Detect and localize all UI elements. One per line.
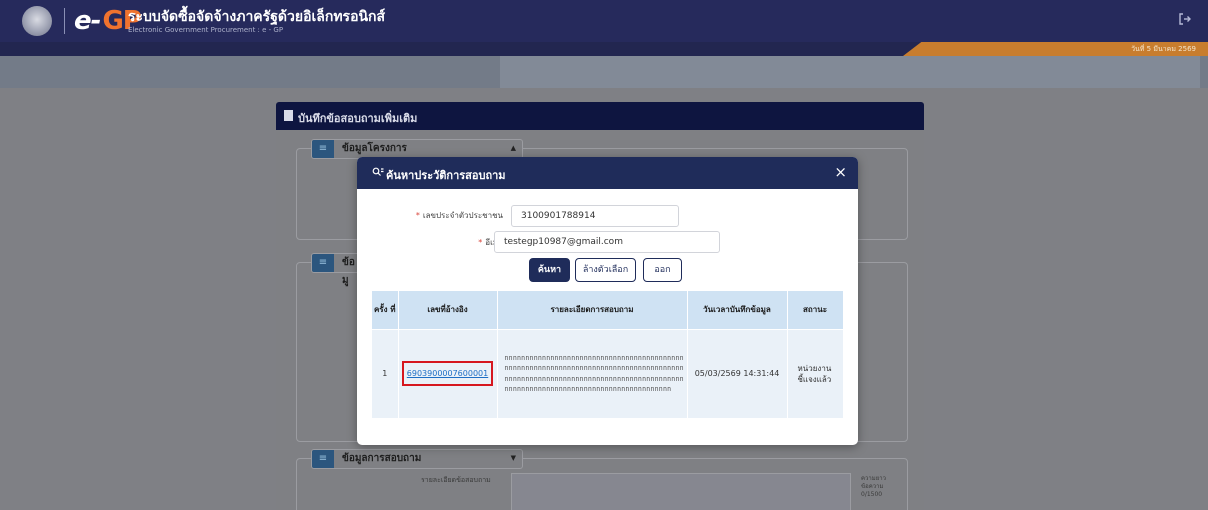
logo-divider <box>64 8 65 34</box>
email-input[interactable]: testegp10987@gmail.com <box>494 231 720 253</box>
citizen-id-label-text: เลขประจำตัวประชาชน <box>422 211 503 220</box>
top-header: e-GP ระบบจัดซื้อจัดจ้างภาครัฐด้วยอิเล็กท… <box>0 0 1208 42</box>
required-mark: * <box>478 238 483 247</box>
reference-number-link[interactable]: 6903900007600001 <box>401 361 494 387</box>
reference-cell: 6903900007600001 <box>398 328 498 418</box>
inquiry-detail-cell: nnnnnnnnnnnnnnnnnnnnnnnnnnnnnnnnnnnnnnnn… <box>497 328 688 418</box>
inquiry-section: ≡ ข้อมูลการสอบถาม ▼ รายละเอียดข้อสอบถาม … <box>296 449 908 510</box>
inquiry-detail-label: รายละเอียดข้อสอบถาม <box>421 476 491 484</box>
search-button[interactable]: ค้นหา <box>529 258 570 282</box>
required-mark: * <box>415 211 420 220</box>
column-header-detail: รายละเอียดการสอบถาม <box>497 291 688 329</box>
modal-title: ค้นหาประวัติการสอบถาม <box>386 169 506 182</box>
section-header[interactable]: ≡ ข้อมูลโครงการ ▲ <box>311 139 523 159</box>
panel-header: บันทึกข้อสอบถามเพิ่มเติม <box>276 102 924 130</box>
citizen-id-input[interactable]: 3100901788914 <box>511 205 679 227</box>
character-counter: ความยาวข้อความ 0/1500 <box>861 475 886 498</box>
inquiry-detail-textarea[interactable] <box>511 473 851 510</box>
exit-button[interactable]: ออก <box>643 258 682 282</box>
column-header-reference: เลขที่อ้างอิง <box>398 291 498 329</box>
background-band-right <box>500 56 1200 88</box>
app-title: ระบบจัดซื้อจัดจ้างภาครัฐด้วยอิเล็กทรอนิก… <box>128 9 386 25</box>
column-header-datetime: วันเวลาบันทึกข้อมูล <box>687 291 788 329</box>
list-icon: ≡ <box>312 140 334 158</box>
document-icon <box>284 110 293 121</box>
table-header-row: ครั้ง ที่ เลขที่อ้างอิง รายละเอียดการสอบ… <box>372 291 844 329</box>
email-label: *อีเมล <box>373 236 503 249</box>
chevron-down-icon: ▼ <box>510 454 516 462</box>
section-header[interactable]: ≡ ข้อมูลการสอบถาม ▼ <box>311 449 523 469</box>
list-icon: ≡ <box>312 254 334 272</box>
citizen-id-label: * เลขประจำตัวประชาชน <box>373 209 503 222</box>
government-seal-logo <box>22 6 52 36</box>
inquiry-history-table: ครั้ง ที่ เลขที่อ้างอิง รายละเอียดการสอบ… <box>372 291 844 418</box>
column-header-status: สถานะ <box>787 291 844 329</box>
status-cell: หน่วยงานชี้แจงแล้ว <box>787 328 844 418</box>
section-label: ข้อมู <box>342 257 355 286</box>
column-header-no: ครั้ง ที่ <box>372 291 399 329</box>
app-subtitle: Electronic Government Procurement : e - … <box>128 26 284 34</box>
search-history-icon <box>372 167 384 180</box>
section-label: ข้อมูลโครงการ <box>342 143 407 154</box>
search-history-modal: ค้นหาประวัติการสอบถาม × * เลขประจำตัวประช… <box>357 157 858 445</box>
section-label: ข้อมูลการสอบถาม <box>342 453 422 464</box>
row-no: 1 <box>372 328 399 418</box>
logout-icon[interactable] <box>1178 12 1192 26</box>
datetime-cell: 05/03/2569 14:31:44 <box>687 328 788 418</box>
current-date: วันที่ 5 มีนาคม 2569 <box>1131 45 1196 53</box>
close-icon[interactable]: × <box>834 164 847 180</box>
list-icon: ≡ <box>312 450 334 468</box>
chevron-up-icon: ▲ <box>510 144 516 152</box>
table-row: 1 6903900007600001 nnnnnnnnnnnnnnnnnnnnn… <box>372 328 844 418</box>
logo-e: e- <box>74 6 101 36</box>
clear-selection-button[interactable]: ล้างตัวเลือก <box>575 258 636 282</box>
modal-header: ค้นหาประวัติการสอบถาม × <box>357 157 858 189</box>
panel-title: บันทึกข้อสอบถามเพิ่มเติม <box>298 112 418 125</box>
